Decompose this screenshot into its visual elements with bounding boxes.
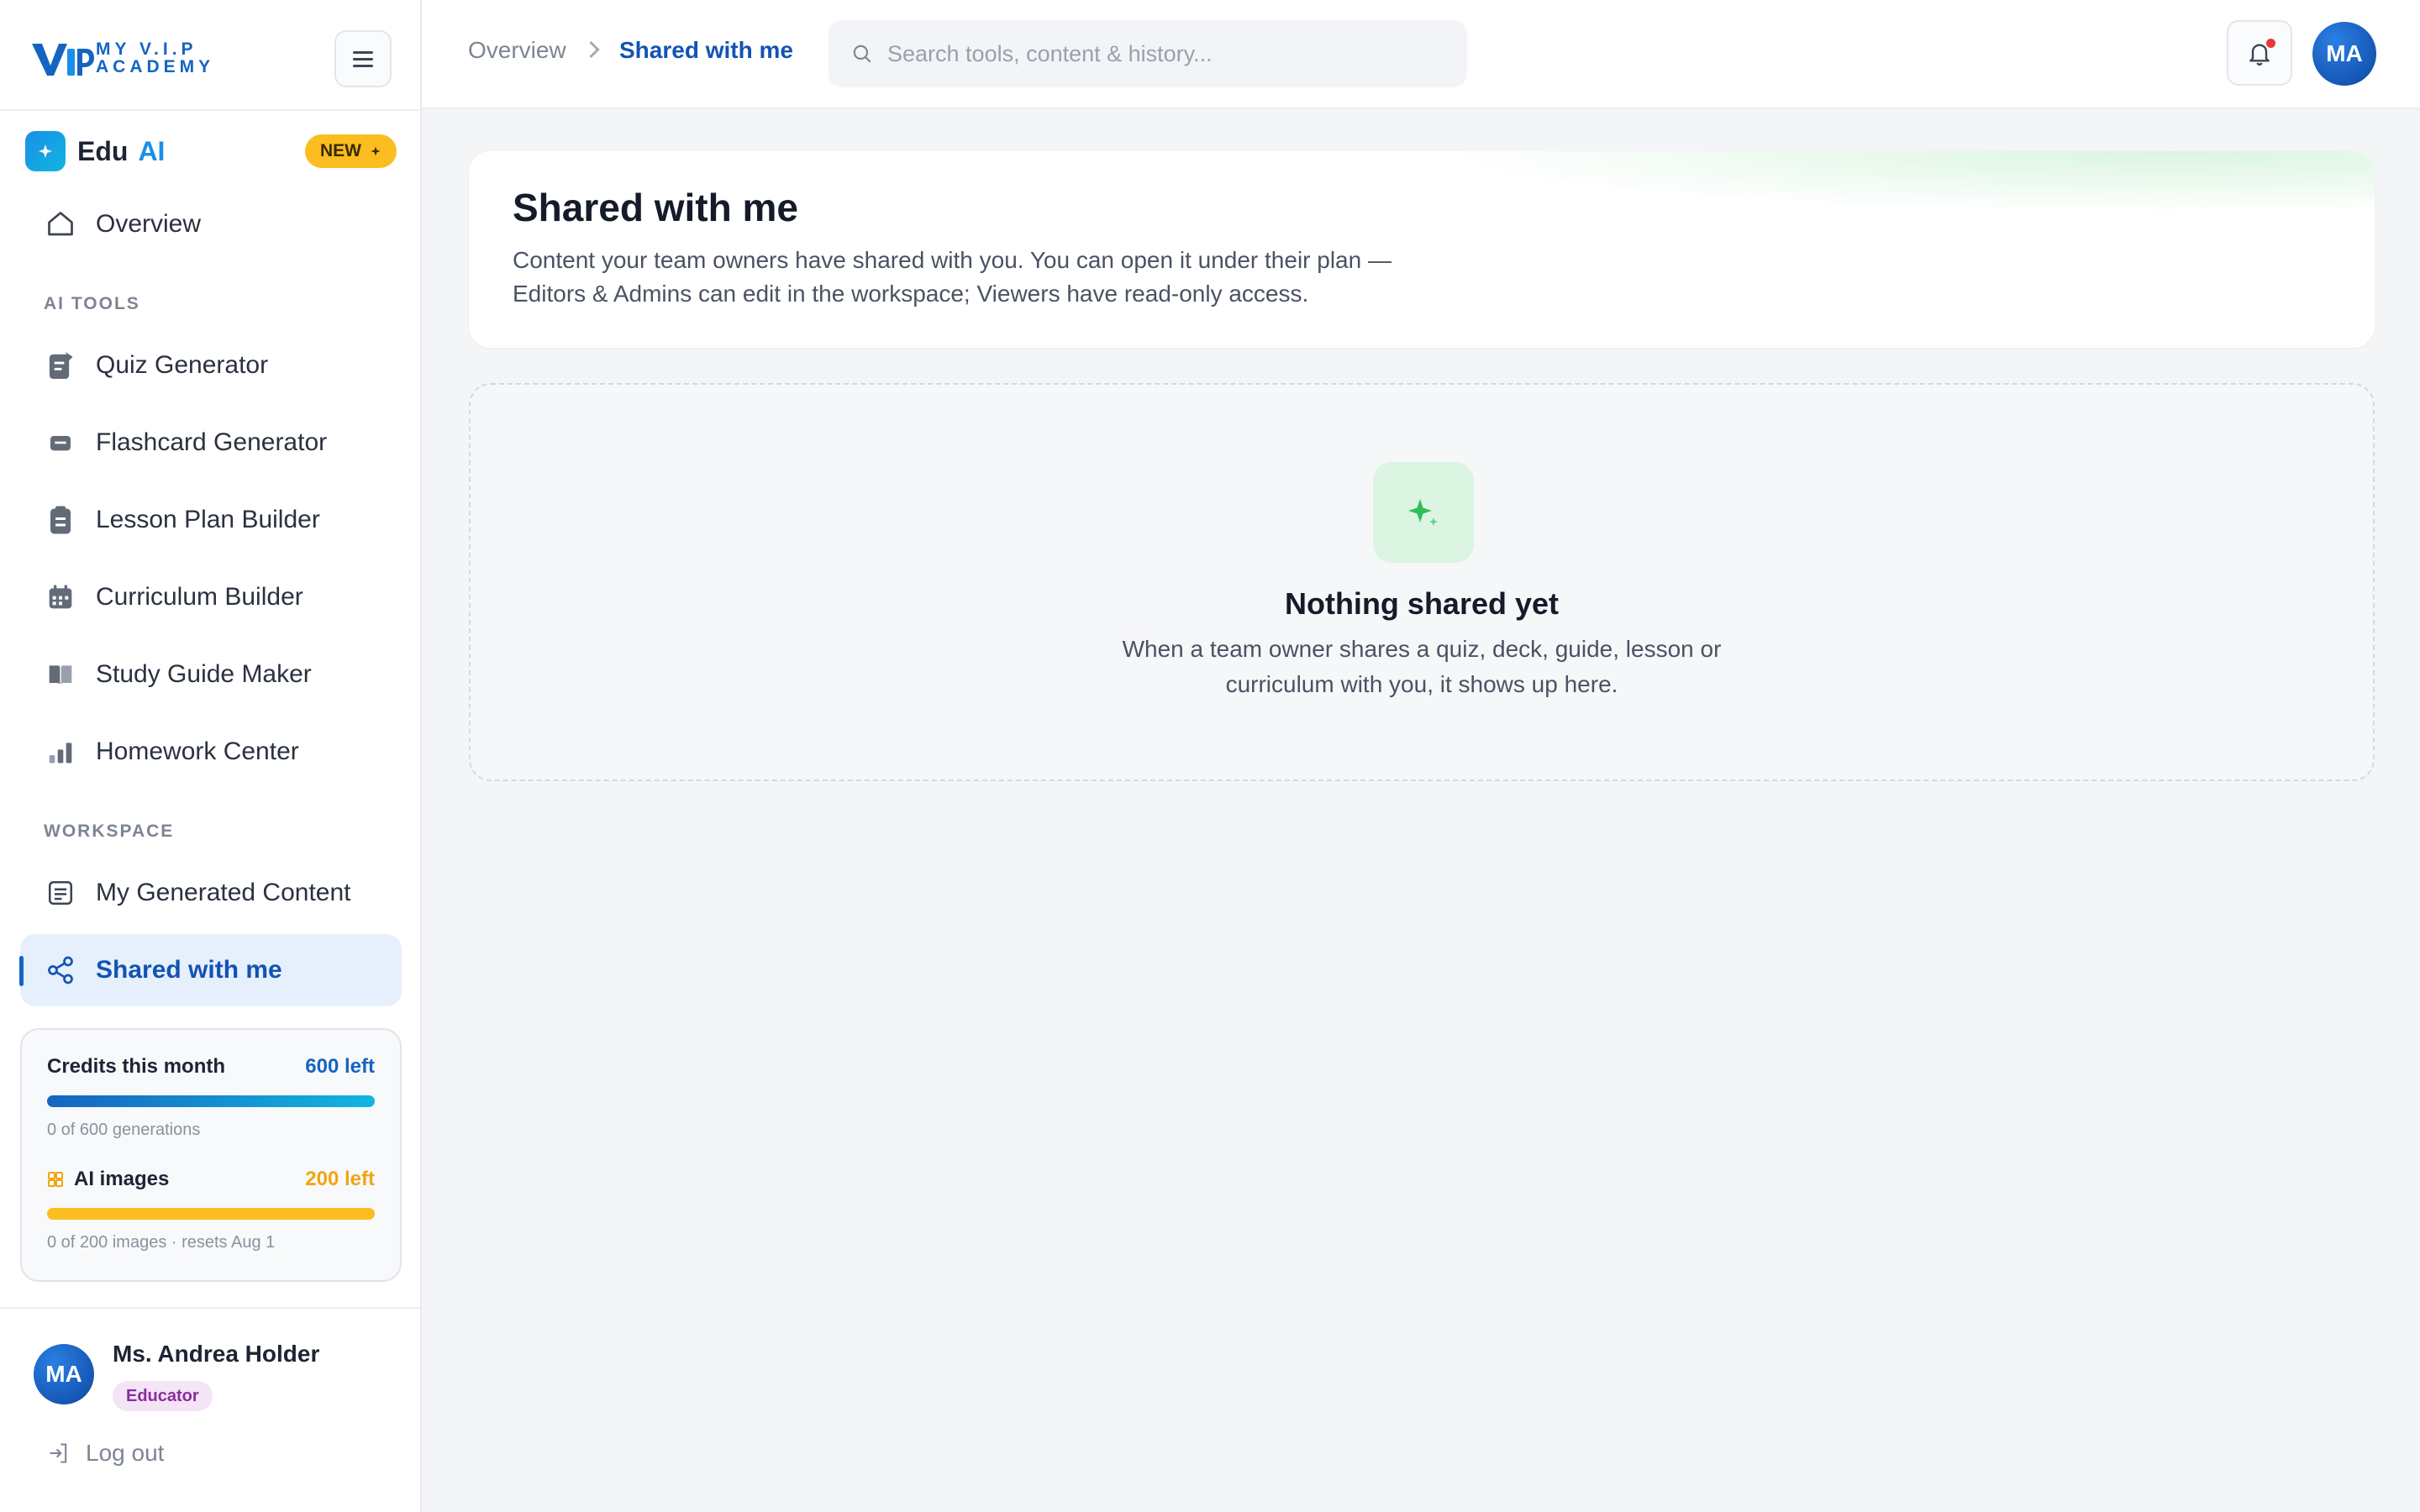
sidebar-item-flashcard-generator[interactable]: Flashcard Generator [20,407,402,479]
avatar[interactable]: MA [34,1344,94,1404]
credits-header: Credits this month 600 left [47,1055,375,1079]
new-badge: NEW [305,134,397,168]
clipboard-icon [42,501,79,538]
home-icon [42,206,79,243]
page-description: Content your team owners have shared wit… [513,247,1392,307]
credits-subtext: 0 of 600 generations [47,1121,201,1139]
sidebar-item-label: Quiz Generator [96,351,269,379]
search-bar[interactable] [829,20,1467,87]
logo-text: MY V.I.P ACADEMY [96,40,214,76]
eduai-name: Edu [77,135,129,166]
logo-text-line1: MY V.I.P [96,39,197,59]
section-label-ai-tools: AI TOOLS [44,294,140,313]
sidebar-item-label: Overview [96,210,202,238]
vip-logo-mark-icon [32,44,94,76]
credits-progress-bar [47,1095,375,1107]
ai-images-title: AI images [74,1168,170,1190]
sidebar-item-label: Flashcard Generator [96,428,328,456]
ai-images-header: AI images 200 left [47,1168,375,1191]
sparkle-icon [25,131,66,171]
calendar-icon [42,579,79,616]
page-header-card: Shared with me Content your team owners … [469,151,2375,348]
top-bar: Overview Shared with me MA [422,0,2420,109]
active-indicator [19,956,24,986]
credits-remaining: 600 left [305,1055,375,1078]
sidebar-item-label: Curriculum Builder [96,583,303,611]
sidebar-item-study-guide-maker[interactable]: Study Guide Maker [20,638,402,711]
sidebar-item-curriculum-builder[interactable]: Curriculum Builder [20,561,402,633]
chevron-right-icon [587,37,602,68]
breadcrumb-current: Shared with me [619,37,793,63]
quiz-icon [42,347,79,384]
ai-images-remaining: 200 left [305,1168,375,1190]
ai-images-title-wrap: AI images [47,1168,169,1191]
sidebar-item-label: Homework Center [96,738,299,765]
search-input[interactable] [887,40,1425,67]
credits-panel: Credits this month 600 left 0 of 600 gen… [20,1028,402,1282]
academy-logo[interactable]: MY V.I.P ACADEMY [30,35,214,81]
page-title: Shared with me [513,186,798,229]
logout-label: Log out [86,1440,165,1466]
search-icon [849,40,876,67]
sidebar-item-shared-with-me[interactable]: Shared with me [19,934,402,1006]
logout-icon [50,1443,67,1463]
ai-images-progress-bar [47,1208,375,1220]
bar-chart-icon [42,733,79,770]
logo-text-line2: ACADEMY [96,57,215,76]
sidebar-item-lesson-plan-builder[interactable]: Lesson Plan Builder [20,484,402,556]
sidebar-item-homework-center[interactable]: Homework Center [20,716,402,788]
logout-button[interactable]: Log out [47,1440,164,1467]
flashcard-icon [42,424,79,461]
notification-dot [2266,39,2275,48]
user-name: Ms. Andrea Holder [113,1341,320,1367]
credits-title: Credits this month [47,1055,226,1078]
divider [0,1307,420,1309]
share-icon [42,952,79,989]
sidebar-toggle-button[interactable] [334,30,392,87]
empty-state-description: When a team owner shares a quiz, deck, g… [1122,636,1722,697]
sidebar: MY V.I.P ACADEMY Edu AI NEW Overview AI … [0,0,422,1512]
new-badge-label: NEW [320,141,361,160]
image-grid-icon [48,1172,63,1187]
avatar[interactable]: MA [2312,22,2376,86]
sidebar-item-label: Study Guide Maker [96,660,312,688]
role-badge: Educator [113,1381,213,1411]
header-glow [1366,151,2375,218]
sidebar-item-label: Shared with me [96,956,282,984]
empty-state-title: Nothing shared yet [1284,586,1560,621]
logo-row: MY V.I.P ACADEMY [0,0,420,111]
sidebar-item-label: Lesson Plan Builder [96,506,320,533]
sidebar-item-my-generated-content[interactable]: My Generated Content [20,857,402,929]
breadcrumb-overview[interactable]: Overview [468,37,566,64]
notifications-button[interactable] [2227,20,2292,86]
sparkle-icon [371,146,381,156]
ai-images-subtext: 0 of 200 images · resets Aug 1 [47,1233,276,1252]
empty-state: Nothing shared yet When a team owner sha… [469,383,2375,781]
hamburger-icon [353,50,373,67]
eduai-header[interactable]: Edu AI NEW [25,131,397,171]
eduai-ai-label: AI [138,135,166,166]
sparkle-icon [1373,462,1474,563]
sidebar-item-quiz-generator[interactable]: Quiz Generator [20,329,402,402]
document-list-icon [42,874,79,911]
section-label-workspace: WORKSPACE [44,822,175,841]
sidebar-item-label: My Generated Content [96,879,351,906]
book-icon [42,656,79,693]
sidebar-item-overview[interactable]: Overview [20,188,402,260]
